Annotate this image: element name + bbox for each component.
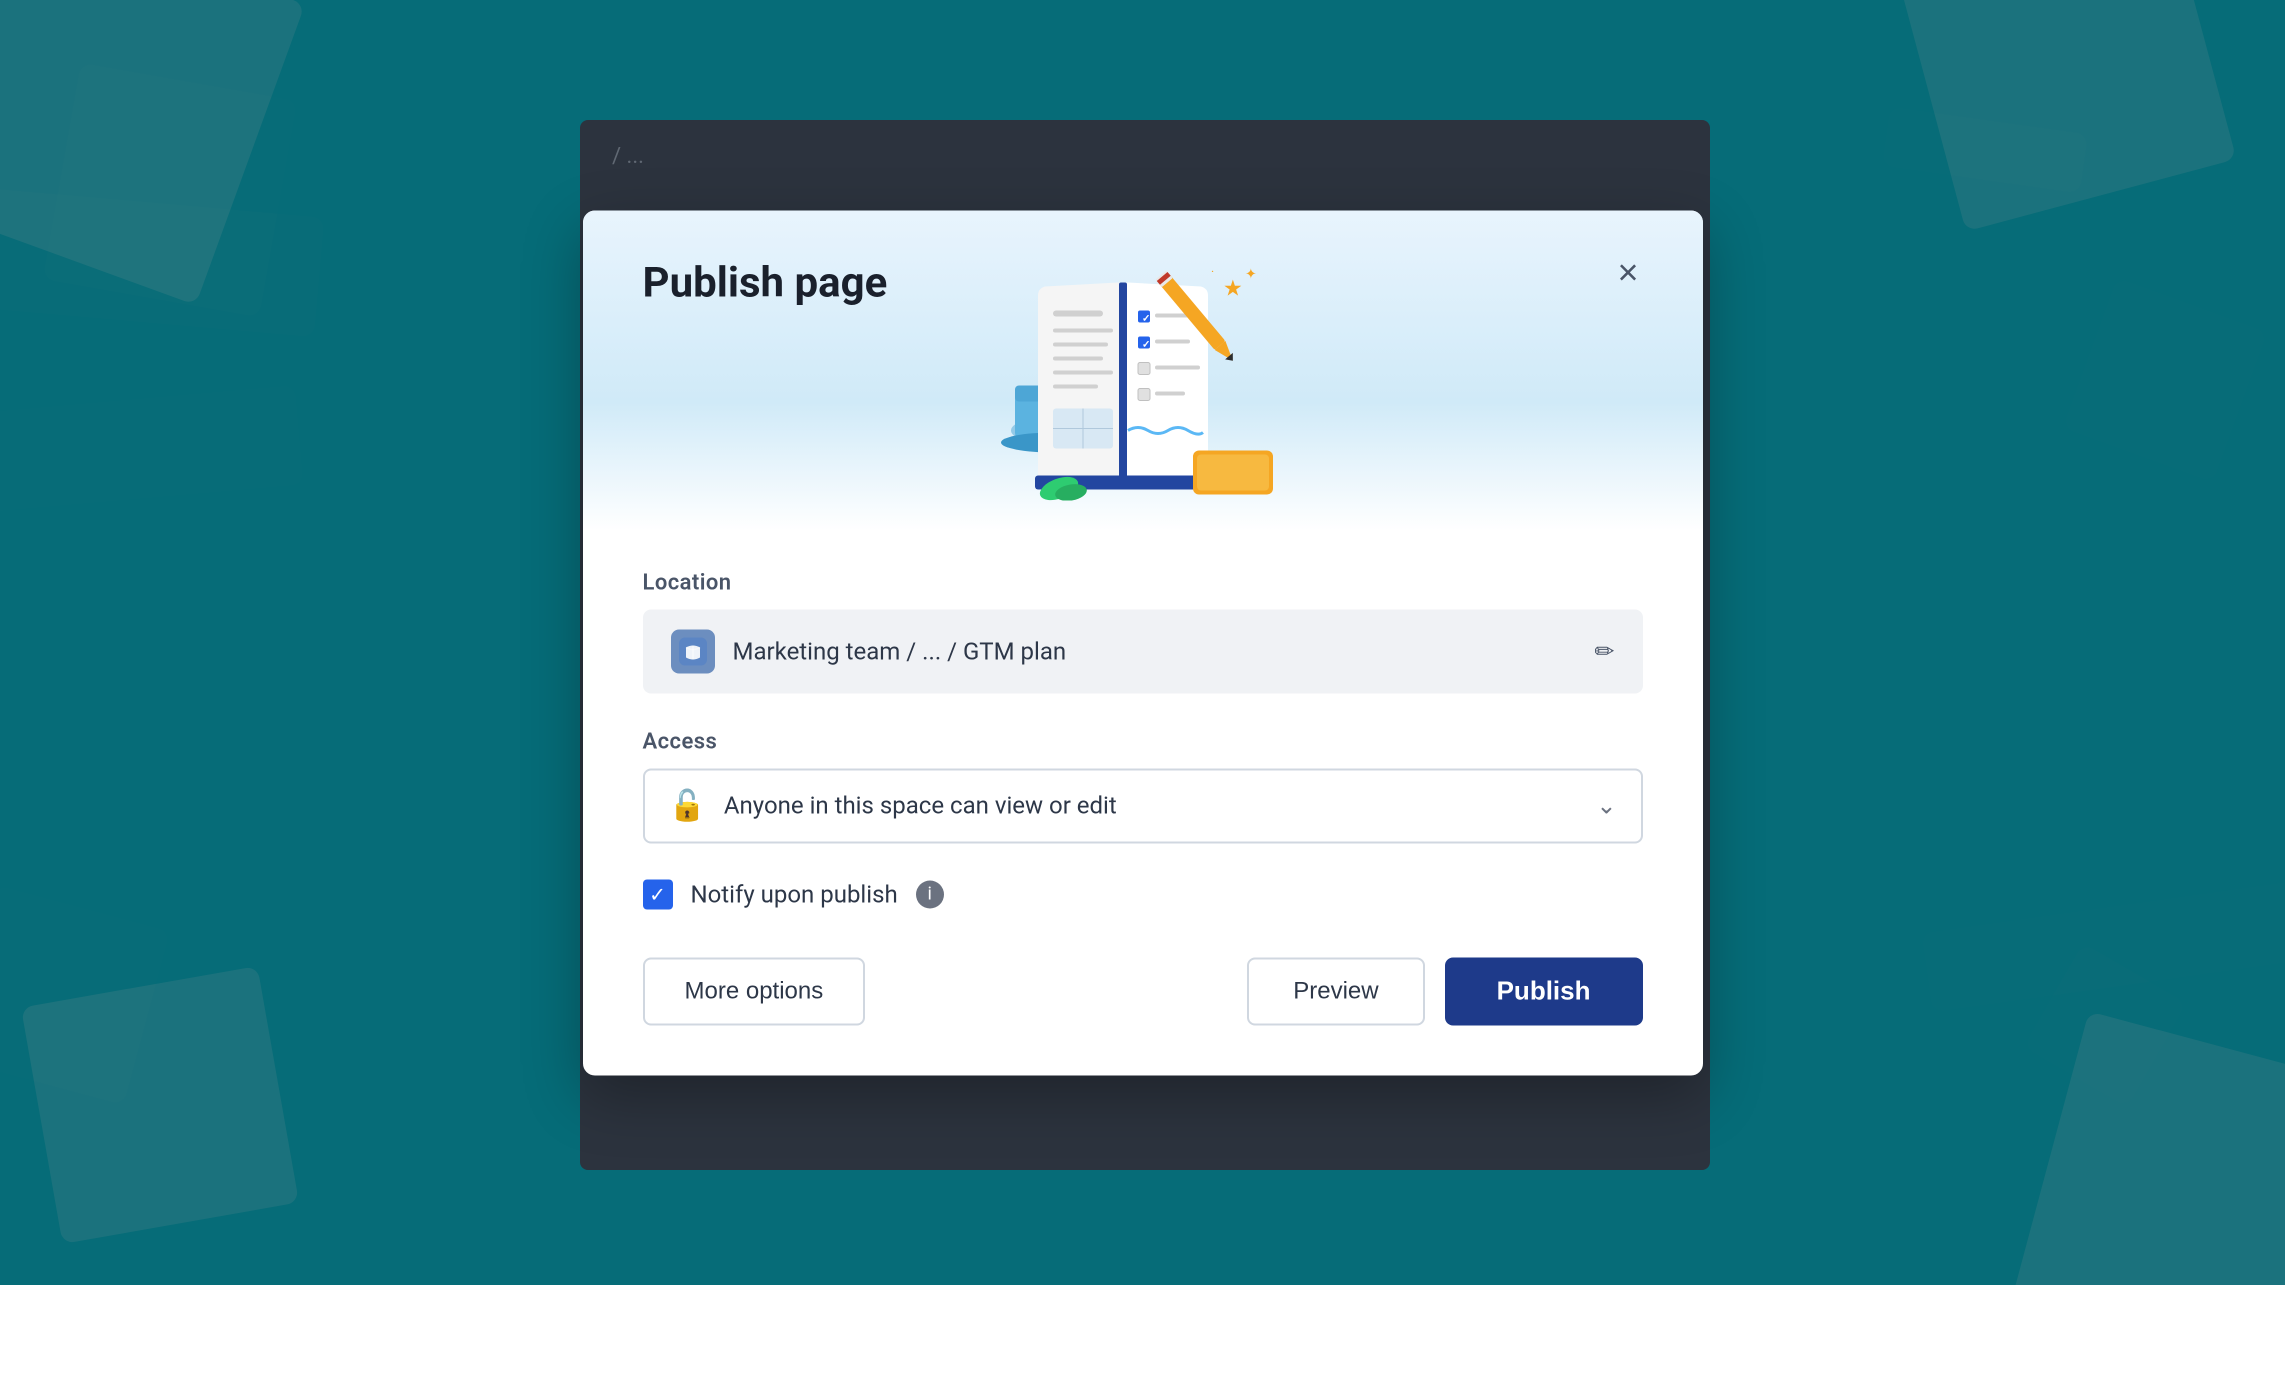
space-icon [671, 629, 715, 673]
more-options-button[interactable]: More options [643, 957, 866, 1025]
access-value: Anyone in this space can view or edit [724, 792, 1579, 820]
svg-text:✦: ✦ [1245, 266, 1257, 282]
access-section: Access 🔓 Anyone in this space can view o… [643, 729, 1643, 843]
edit-icon[interactable]: ✏ [1594, 637, 1614, 665]
svg-text:·: · [1211, 264, 1214, 278]
svg-text:★: ★ [1223, 276, 1243, 301]
location-label: Location [643, 570, 1643, 595]
chevron-down-icon: ⌄ [1596, 792, 1616, 820]
location-field: Marketing team / ... / GTM plan ✏ [643, 609, 1643, 693]
dialog-actions: More options Preview Publish [643, 957, 1643, 1025]
book-illustration: ✓ ✓ [963, 220, 1323, 500]
notify-row: ✓ Notify upon publish i [643, 879, 1643, 909]
access-label: Access [643, 729, 1643, 754]
checkmark-icon: ✓ [649, 882, 666, 906]
close-button[interactable]: × [1613, 250, 1642, 294]
preview-button[interactable]: Preview [1247, 957, 1424, 1025]
actions-right: Preview Publish [1247, 957, 1642, 1025]
notify-label: Notify upon publish [691, 880, 898, 908]
access-dropdown[interactable]: 🔓 Anyone in this space can view or edit … [643, 768, 1643, 843]
svg-text:✓: ✓ [1142, 339, 1150, 350]
info-icon[interactable]: i [916, 880, 944, 908]
lock-open-icon: 🔓 [669, 788, 706, 823]
notify-checkbox[interactable]: ✓ [643, 879, 673, 909]
dialog-title: Publish page [643, 250, 888, 307]
dialog-header: Publish page [583, 210, 1703, 530]
dialog-body: Location Marketing team / ... / GTM plan… [583, 530, 1703, 1075]
publish-button[interactable]: Publish [1445, 957, 1643, 1025]
location-path: Marketing team / ... / GTM plan [733, 637, 1577, 665]
publish-dialog: Publish page [583, 210, 1703, 1075]
svg-text:✓: ✓ [1142, 313, 1150, 324]
